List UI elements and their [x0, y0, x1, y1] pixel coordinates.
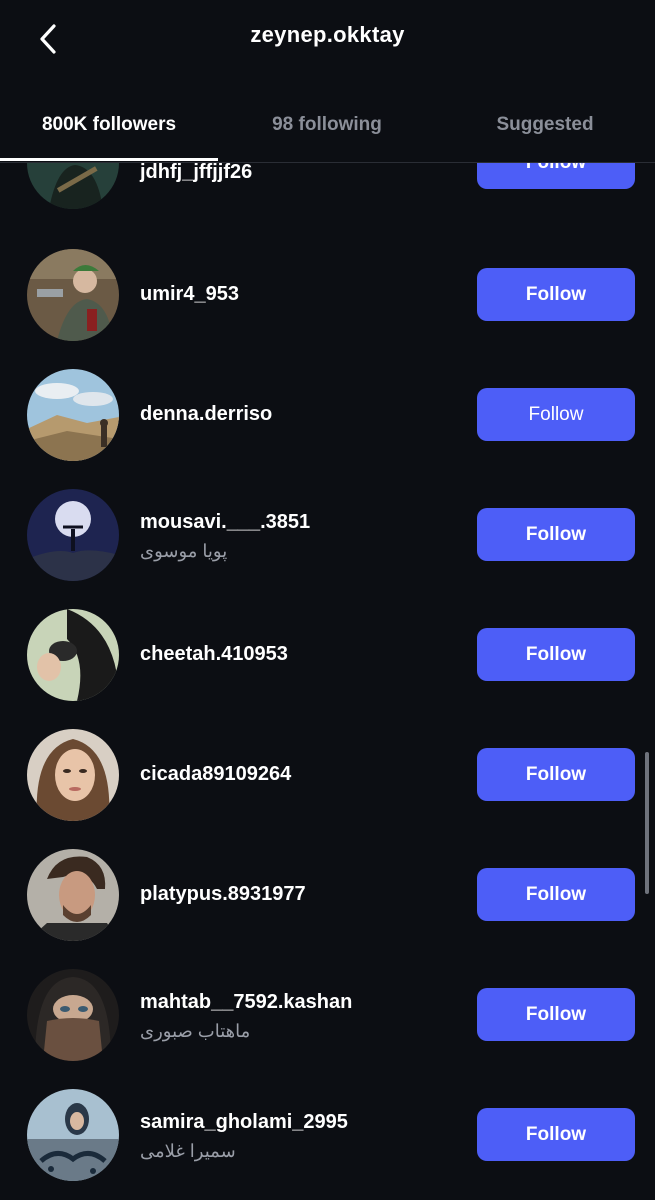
avatar[interactable]	[27, 163, 119, 209]
username[interactable]: samira_gholami_2995	[140, 1111, 348, 1134]
username[interactable]: mahtab__7592.kashan	[140, 991, 352, 1014]
list-item[interactable]: cicada89109264 Follow	[0, 721, 655, 831]
tab-following[interactable]: 98 following	[218, 114, 436, 136]
follow-button[interactable]: Follow	[477, 1108, 635, 1161]
list-item[interactable]: mahtab__7592.kashan ماهتاب صبوری Follow	[0, 961, 655, 1071]
avatar[interactable]	[27, 249, 119, 341]
list-item[interactable]: mousavi.___.3851 پویا موسوی Follow	[0, 481, 655, 591]
list-item[interactable]: samira_gholami_2995 سمیرا غلامی Follow	[0, 1081, 655, 1191]
list-item[interactable]: platypus.8931977 Follow	[0, 841, 655, 951]
avatar[interactable]	[27, 729, 119, 821]
username[interactable]: denna.derriso	[140, 403, 272, 426]
avatar[interactable]	[27, 609, 119, 701]
tab-followers[interactable]: 800K followers	[0, 114, 218, 136]
follow-button[interactable]: Follow	[477, 748, 635, 801]
list-item[interactable]: denna.derriso Follow	[0, 361, 655, 471]
list-item[interactable]: umir4_953 Follow	[0, 241, 655, 351]
avatar[interactable]	[27, 489, 119, 581]
scrollbar[interactable]	[645, 752, 649, 894]
tab-bar: 800K followers 98 following Suggested	[0, 100, 655, 163]
avatar[interactable]	[27, 849, 119, 941]
follow-button[interactable]: Follow	[477, 508, 635, 561]
list-item[interactable]: jdhfj_jffjjf26 Follow	[0, 163, 655, 219]
avatar[interactable]	[27, 969, 119, 1061]
display-name: سمیرا غلامی	[140, 1141, 236, 1161]
avatar[interactable]	[27, 369, 119, 461]
follow-button[interactable]: Follow	[477, 163, 635, 189]
header-bar: zeynep.okktay	[0, 0, 655, 78]
avatar[interactable]	[27, 1089, 119, 1181]
follow-button[interactable]: Follow	[477, 628, 635, 681]
username[interactable]: cicada89109264	[140, 763, 291, 786]
username[interactable]: jdhfj_jffjjf26	[140, 163, 252, 184]
tab-suggested[interactable]: Suggested	[436, 114, 654, 136]
active-tab-indicator	[0, 158, 218, 161]
list-item[interactable]: cheetah.410953 Follow	[0, 601, 655, 711]
followers-list[interactable]: jdhfj_jffjjf26 Follow umir4_953 Follow	[0, 163, 655, 1200]
follow-button[interactable]: Follow	[477, 388, 635, 441]
follow-button[interactable]: Follow	[477, 868, 635, 921]
page-title: zeynep.okktay	[250, 22, 405, 47]
username[interactable]: cheetah.410953	[140, 643, 288, 666]
username[interactable]: umir4_953	[140, 283, 239, 306]
display-name: ماهتاب صبوری	[140, 1021, 251, 1041]
follow-button[interactable]: Follow	[477, 988, 635, 1041]
follow-button[interactable]: Follow	[477, 268, 635, 321]
username[interactable]: mousavi.___.3851	[140, 511, 310, 534]
username[interactable]: platypus.8931977	[140, 883, 306, 906]
display-name: پویا موسوی	[140, 541, 228, 561]
